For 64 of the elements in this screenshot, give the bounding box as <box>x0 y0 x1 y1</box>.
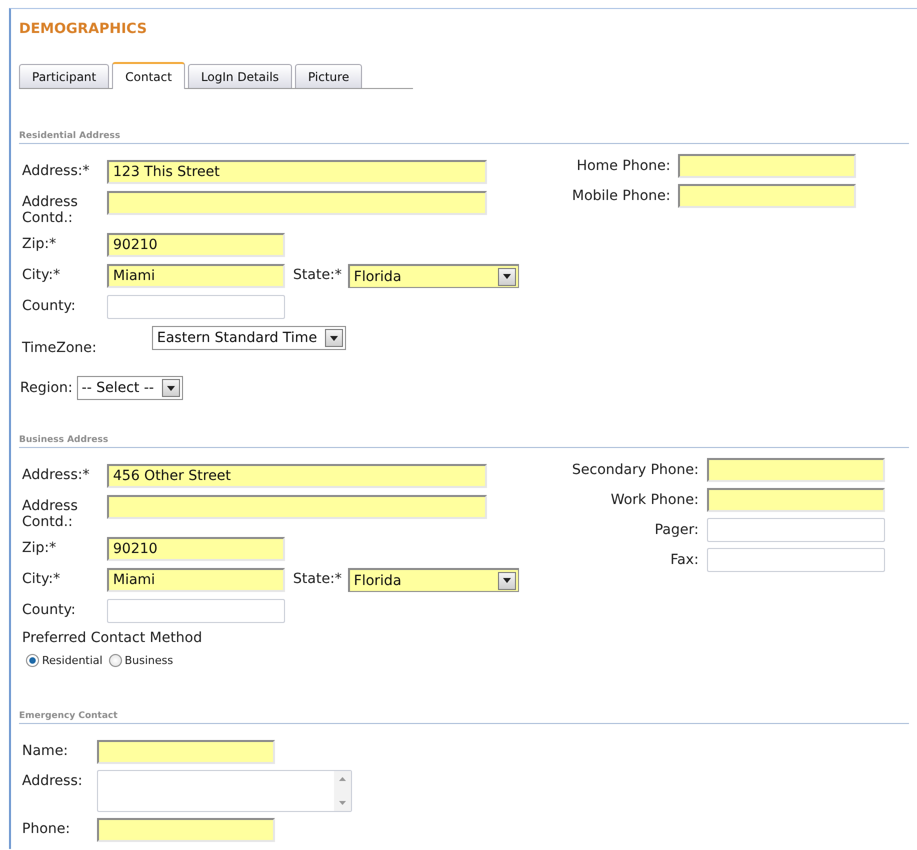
field-label: Work Phone: <box>610 492 699 508</box>
text-field[interactable]: Miami <box>107 568 285 592</box>
radio-button[interactable] <box>26 654 39 667</box>
dropdown[interactable]: Florida <box>348 264 519 288</box>
dropdown[interactable]: Florida <box>348 568 519 592</box>
text-field[interactable]: 123 This Street <box>107 160 487 184</box>
field-label: Address Contd.: <box>22 497 79 530</box>
field-label: County: <box>22 601 77 618</box>
section-heading: Business Address <box>19 435 108 445</box>
field-label: Name: <box>22 742 70 759</box>
dropdown[interactable]: Eastern Standard Time <box>152 326 346 350</box>
section-heading: Residential Address <box>19 131 120 141</box>
caret-icon <box>325 329 344 347</box>
radio-label[interactable]: Business <box>124 654 174 667</box>
text-field[interactable]: 90210 <box>107 233 285 257</box>
tab[interactable]: LogIn Details <box>188 64 292 88</box>
field-label: State:* <box>293 266 342 283</box>
field-label: Home Phone: <box>576 158 670 174</box>
scroll-up-icon[interactable] <box>339 777 346 781</box>
tab[interactable]: Contact <box>112 62 185 89</box>
page-title: DEMOGRAPHICS <box>19 21 148 38</box>
tab[interactable]: Participant <box>19 64 110 88</box>
field-label: Phone: <box>22 820 72 837</box>
text-field[interactable] <box>706 458 885 482</box>
text-field[interactable] <box>97 740 275 764</box>
caret-icon <box>162 379 180 397</box>
group-label: Preferred Contact Method <box>22 630 204 646</box>
text-field[interactable]: 456 Other Street <box>107 464 487 488</box>
field-label: City:* <box>22 570 62 587</box>
text-field[interactable] <box>107 191 487 215</box>
field-label: Region: <box>20 380 73 396</box>
field-label: State:* <box>293 570 342 587</box>
text-field[interactable] <box>706 548 885 572</box>
field-label: Mobile Phone: <box>572 188 670 204</box>
text-field[interactable]: Miami <box>107 264 285 288</box>
field-label: Address:* <box>22 466 90 483</box>
text-field[interactable] <box>678 154 856 178</box>
field-label: Zip:* <box>22 235 58 252</box>
field-label: Secondary Phone: <box>572 462 699 478</box>
field-label: Zip:* <box>22 539 58 556</box>
radio-label[interactable]: Residential <box>42 654 103 667</box>
text-field[interactable] <box>97 818 275 842</box>
caret-icon <box>498 572 516 590</box>
text-field[interactable] <box>107 495 487 519</box>
field-label: County: <box>22 297 77 314</box>
dropdown[interactable]: -- Select -- <box>76 376 183 400</box>
text-field[interactable] <box>107 599 285 623</box>
field-label: Address Contd.: <box>22 193 79 226</box>
text-field[interactable]: 90210 <box>107 537 285 561</box>
field-label: TimeZone: <box>22 340 98 356</box>
field-label: City:* <box>22 266 62 283</box>
text-field[interactable] <box>706 518 885 542</box>
tab[interactable]: Picture <box>294 64 362 88</box>
field-label: Fax: <box>669 552 699 568</box>
field-label: Address: <box>22 772 84 789</box>
scroll-down-icon[interactable] <box>339 801 346 805</box>
field-label: Address:* <box>22 162 90 179</box>
field-label: Pager: <box>654 522 699 538</box>
text-field[interactable] <box>678 184 856 208</box>
caret-icon <box>498 268 516 286</box>
text-field[interactable] <box>706 488 885 512</box>
text-field[interactable] <box>107 295 285 319</box>
radio-button[interactable] <box>108 654 122 667</box>
section-heading: Emergency Contact <box>19 711 118 721</box>
